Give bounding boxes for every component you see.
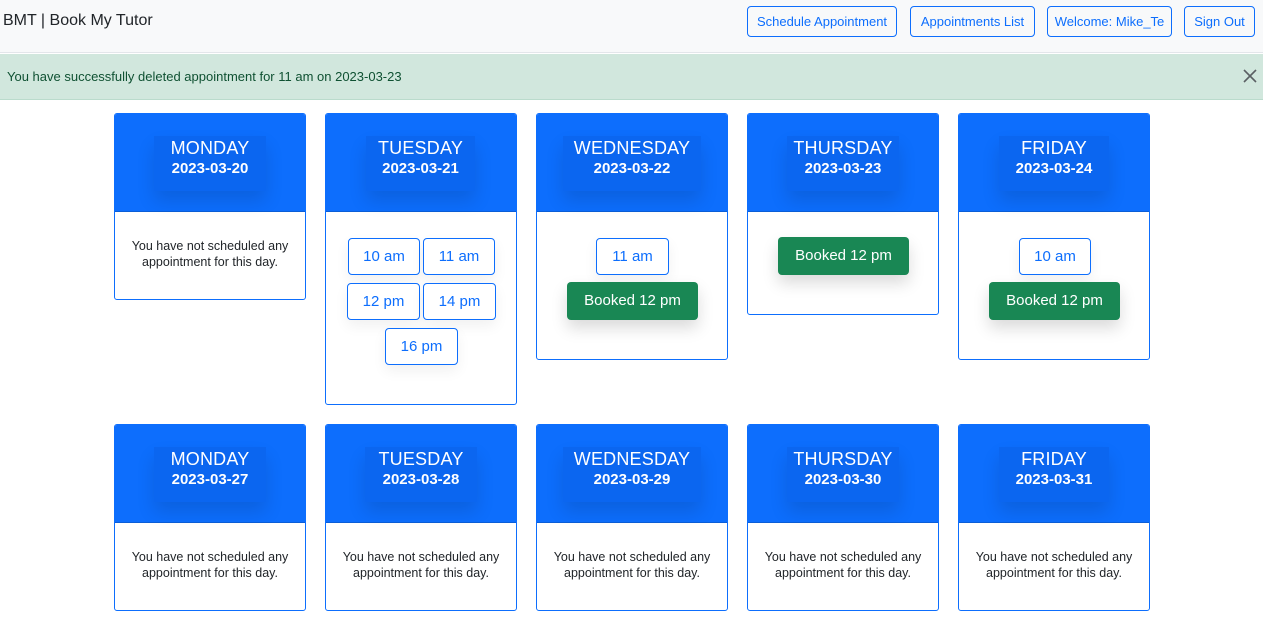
day-date: 2023-03-29 (593, 471, 671, 488)
sign-out-button[interactable]: Sign Out (1184, 6, 1255, 37)
brand-title[interactable]: BMT | Book My Tutor (3, 12, 153, 30)
empty-day-message: You have not scheduled any appointment f… (131, 239, 289, 269)
empty-day-message: You have not scheduled any appointment f… (553, 550, 711, 580)
close-icon[interactable] (1239, 65, 1261, 87)
day-name: TUESDAY (377, 138, 464, 158)
day-card-thursday: THURSDAY 2023-03-23 Booked 12 pm (747, 113, 939, 315)
day-card-wednesday: WEDNESDAY 2023-03-22 11 am Booked 12 pm (536, 113, 728, 360)
empty-day-message: You have not scheduled any appointment f… (131, 550, 289, 580)
day-card-monday: MONDAY 2023-03-20 You have not scheduled… (114, 113, 306, 300)
appointments-list-button[interactable]: Appointments List (910, 6, 1035, 37)
day-card-header: MONDAY 2023-03-27 (115, 425, 305, 523)
day-date: 2023-03-28 (382, 471, 460, 488)
day-card-header: TUESDAY 2023-03-28 (326, 425, 516, 523)
day-name: FRIDAY (1021, 449, 1087, 469)
time-slot-button[interactable]: 14 pm (423, 283, 496, 320)
time-slot-button[interactable]: 10 am (1019, 238, 1091, 275)
day-card-friday: FRIDAY 2023-03-24 10 am Booked 12 pm (958, 113, 1150, 360)
day-card-header: FRIDAY 2023-03-24 (959, 114, 1149, 212)
success-alert: You have successfully deleted appointmen… (0, 54, 1263, 100)
day-name: WEDNESDAY (573, 449, 691, 469)
day-date: 2023-03-30 (804, 471, 882, 488)
day-card-header: THURSDAY 2023-03-30 (748, 425, 938, 523)
empty-day-message: You have not scheduled any appointment f… (764, 550, 922, 580)
day-card-header: MONDAY 2023-03-20 (115, 114, 305, 212)
day-date: 2023-03-20 (171, 160, 249, 177)
day-card-wednesday: WEDNESDAY 2023-03-29 You have not schedu… (536, 424, 728, 611)
empty-day-message: You have not scheduled any appointment f… (342, 550, 500, 580)
time-slot-button[interactable]: 16 pm (385, 328, 458, 365)
day-card-header: THURSDAY 2023-03-23 (748, 114, 938, 212)
empty-day-message: You have not scheduled any appointment f… (975, 550, 1133, 580)
day-date: 2023-03-22 (593, 160, 671, 177)
day-name: TUESDAY (378, 449, 464, 469)
day-name: FRIDAY (1021, 138, 1087, 158)
day-date: 2023-03-24 (1015, 160, 1093, 177)
time-slot-button[interactable]: 10 am (348, 238, 420, 275)
day-card-friday: FRIDAY 2023-03-31 You have not scheduled… (958, 424, 1150, 611)
day-card-thursday: THURSDAY 2023-03-30 You have not schedul… (747, 424, 939, 611)
day-name: THURSDAY (793, 138, 893, 158)
time-slot-button[interactable]: 11 am (423, 238, 495, 275)
day-card-header: TUESDAY 2023-03-21 (326, 114, 516, 212)
day-card-tuesday: TUESDAY 2023-03-21 10 am 11 am 12 pm 14 … (325, 113, 517, 405)
day-name: WEDNESDAY (573, 138, 691, 158)
alert-message: You have successfully deleted appointmen… (7, 69, 402, 84)
time-slot-button[interactable]: 11 am (596, 238, 669, 275)
booked-slot-button[interactable]: Booked 12 pm (989, 282, 1120, 320)
day-date: 2023-03-21 (382, 160, 459, 177)
day-name: MONDAY (170, 449, 250, 469)
day-card-monday: MONDAY 2023-03-27 You have not scheduled… (114, 424, 306, 611)
schedule-appointment-button[interactable]: Schedule Appointment (747, 6, 897, 37)
day-card-header: WEDNESDAY 2023-03-22 (537, 114, 727, 212)
time-slot-button[interactable]: 12 pm (347, 283, 420, 320)
welcome-user-button[interactable]: Welcome: Mike_Te (1047, 6, 1172, 37)
day-card-header: WEDNESDAY 2023-03-29 (537, 425, 727, 523)
day-date: 2023-03-27 (171, 471, 249, 488)
day-name: THURSDAY (793, 449, 893, 469)
day-card-header: FRIDAY 2023-03-31 (959, 425, 1149, 523)
day-card-tuesday: TUESDAY 2023-03-28 You have not schedule… (325, 424, 517, 611)
top-navbar: BMT | Book My Tutor Schedule Appointment… (0, 0, 1263, 53)
day-date: 2023-03-23 (804, 160, 882, 177)
day-name: MONDAY (170, 138, 250, 158)
booked-slot-button[interactable]: Booked 12 pm (567, 282, 698, 320)
booked-slot-button[interactable]: Booked 12 pm (778, 237, 909, 275)
day-date: 2023-03-31 (1015, 471, 1093, 488)
